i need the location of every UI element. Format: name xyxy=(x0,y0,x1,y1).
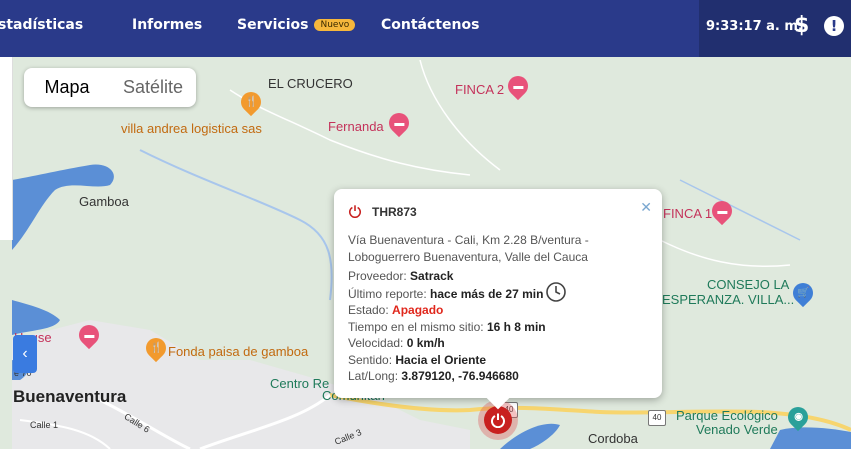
chevron-left-icon: ‹ xyxy=(22,345,28,362)
vehicle-plate: THR873 xyxy=(372,205,417,219)
clock-time: 9:33:17 a. m. xyxy=(706,19,803,34)
last-report-row: Último reporte: hace más de 27 min xyxy=(348,287,543,301)
place-consejo-1[interactable]: CONSEJO LA xyxy=(707,277,789,292)
time-same-label: Tiempo en el mismo sitio: xyxy=(348,320,484,334)
speed-row: Velocidad: 0 km/h xyxy=(348,336,445,350)
place-fonda[interactable]: Fonda paisa de gamboa xyxy=(168,344,308,359)
nav-contactenos[interactable]: Contáctenos xyxy=(381,17,479,33)
place-cordoba: Cordoba xyxy=(588,431,638,446)
last-report-value: hace más de 27 min xyxy=(430,287,544,301)
place-parque-2[interactable]: Venado Verde xyxy=(696,422,778,437)
latlong-row: Lat/Long: 3.879120, -76.946680 xyxy=(348,369,519,383)
power-icon xyxy=(484,406,512,434)
direction-value: Hacia el Oriente xyxy=(395,353,487,367)
place-villa-andrea[interactable]: villa andrea logistica sas xyxy=(121,121,262,136)
nav-servicios-label[interactable]: Servicios xyxy=(237,17,308,33)
left-panel-edge xyxy=(0,57,13,240)
time-same-value: 16 h 8 min xyxy=(486,320,546,334)
status-value: Apagado xyxy=(392,303,444,317)
place-buenaventura: Buenaventura xyxy=(13,387,127,406)
address-line-1: Vía Buenaventura - Cali, Km 2.28 B/ventu… xyxy=(348,233,589,247)
street-calle-1: Calle 1 xyxy=(30,420,59,430)
nav-informes[interactable]: Informes xyxy=(132,17,202,33)
new-badge: Nuevo xyxy=(314,19,356,31)
place-finca1[interactable]: FINCA 1 xyxy=(663,206,712,221)
dollar-icon[interactable]: $ xyxy=(794,13,809,38)
close-icon[interactable]: ✕ xyxy=(640,199,652,216)
place-consejo-2[interactable]: ESPERANZA. VILLA... xyxy=(662,292,794,307)
status-row: Estado: Apagado xyxy=(348,303,443,317)
place-parque-1[interactable]: Parque Ecológico xyxy=(676,408,778,423)
direction-row: Sentido: Hacia el Oriente xyxy=(348,353,486,367)
direction-label: Sentido: xyxy=(348,353,393,367)
latlong-label: Lat/Long: xyxy=(348,369,399,383)
place-el-crucero: EL CRUCERO xyxy=(268,76,353,91)
route-40-shield: 40 xyxy=(648,410,666,426)
alert-icon[interactable]: ! xyxy=(824,16,844,36)
map-type-control: Mapa Satélite xyxy=(24,68,196,107)
clock-icon xyxy=(545,281,567,306)
vehicle-info-popup: ✕ THR873 Vía Buenaventura - Cali, Km 2.2… xyxy=(334,189,662,410)
speed-label: Velocidad: xyxy=(348,336,404,350)
time-same-row: Tiempo en el mismo sitio: 16 h 8 min xyxy=(348,320,546,334)
power-icon xyxy=(348,204,362,221)
map-type-satellite-button[interactable]: Satélite xyxy=(110,68,196,107)
address-line-2: Loboguerrero Buenaventura, Valle del Cau… xyxy=(348,250,588,264)
expand-panel-button[interactable]: ‹ xyxy=(13,335,37,373)
top-navbar: stadísticas Informes Servicios Nuevo Cont… xyxy=(0,0,851,57)
map-type-map-button[interactable]: Mapa xyxy=(24,68,110,107)
status-label: Estado: xyxy=(348,303,389,317)
nav-servicios[interactable]: Servicios Nuevo xyxy=(237,17,356,33)
place-gamboa: Gamboa xyxy=(79,194,129,209)
nav-estadisticas[interactable]: stadísticas xyxy=(0,17,83,33)
place-fernanda[interactable]: Fernanda xyxy=(328,119,384,134)
provider-row: Proveedor: Satrack xyxy=(348,269,453,283)
last-report-label: Último reporte: xyxy=(348,287,427,301)
place-finca2[interactable]: FINCA 2 xyxy=(455,82,504,97)
place-centro[interactable]: Centro Re xyxy=(270,376,329,391)
latlong-value: 3.879120, -76.946680 xyxy=(401,369,519,383)
speed-value: 0 km/h xyxy=(406,336,445,350)
provider-value: Satrack xyxy=(410,269,454,283)
provider-label: Proveedor: xyxy=(348,269,407,283)
